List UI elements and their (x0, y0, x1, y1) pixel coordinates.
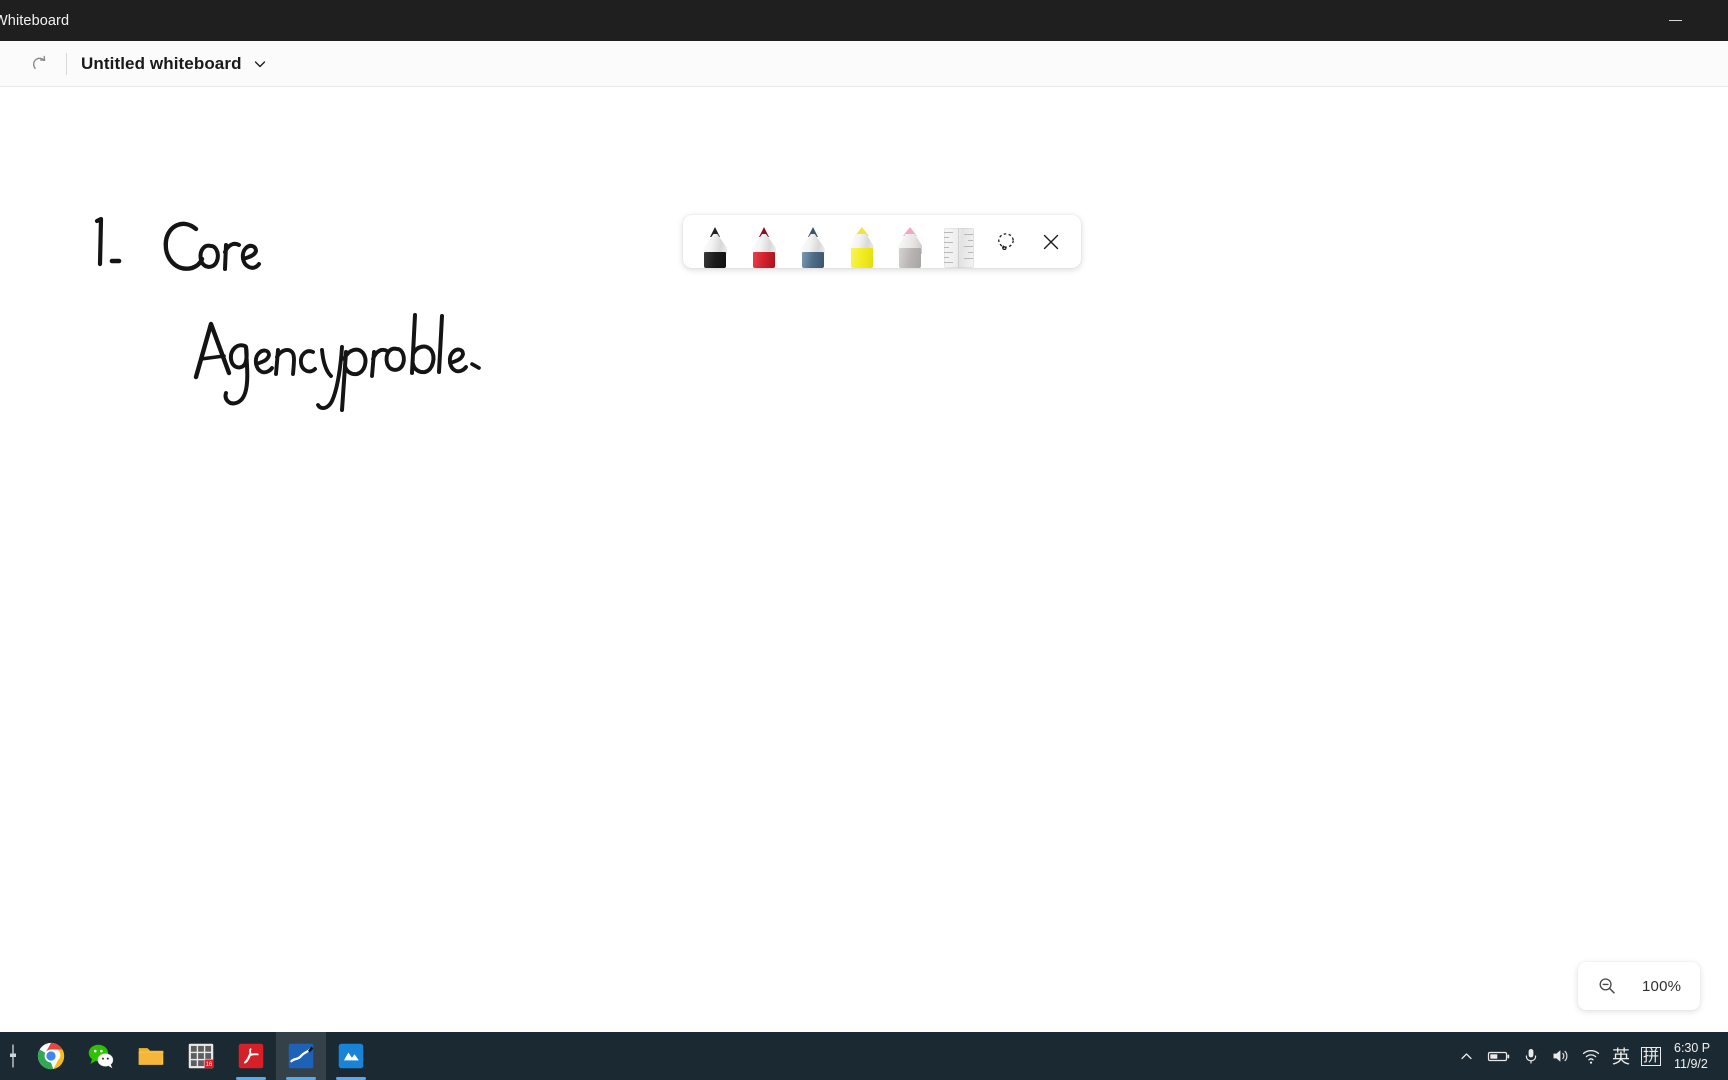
chevron-up-icon (1461, 1052, 1473, 1059)
task-view-icon (10, 1044, 16, 1068)
pen-black-button[interactable] (691, 215, 740, 268)
ruler-icon (943, 228, 974, 268)
taskbar-item-google-chrome[interactable] (26, 1032, 76, 1080)
taskbar-item-calendar-app[interactable]: 16 (176, 1032, 226, 1080)
clock-date: 11/9/2 (1674, 1057, 1708, 1071)
window-titlebar: Whiteboard (0, 0, 1728, 41)
wifi-icon (1582, 1049, 1600, 1064)
zoom-level-label: 100% (1642, 977, 1682, 995)
taskbar-item-wechat[interactable] (76, 1032, 126, 1080)
clock-time: 6:30 P (1674, 1041, 1711, 1055)
app-command-bar: Untitled whiteboard (0, 41, 1728, 87)
wechat-icon (88, 1044, 114, 1069)
pen-blue-icon (800, 227, 825, 268)
pen-blue-button[interactable] (788, 215, 837, 268)
network-button[interactable] (1576, 1032, 1606, 1080)
highlighter-yellow-icon (849, 227, 874, 268)
svg-text:16: 16 (205, 1061, 212, 1068)
ime-language-label: 英 (1611, 1047, 1630, 1067)
taskbar-item-blue-app[interactable] (326, 1032, 376, 1080)
pen-toolbar (683, 215, 1081, 268)
windows-taskbar: 16 英 拼 6:30 P 11/9/2 (0, 1032, 1728, 1080)
pen-red-icon (752, 227, 777, 268)
close-icon (1043, 234, 1058, 249)
microphone-button[interactable] (1516, 1032, 1546, 1080)
lasso-select-button[interactable] (983, 215, 1028, 268)
highlighter-yellow-button[interactable] (837, 215, 886, 268)
taskbar-item-file-explorer[interactable] (126, 1032, 176, 1080)
redo-icon (32, 55, 45, 70)
zoom-control: 100% (1578, 962, 1700, 1010)
whiteboard-canvas[interactable]: 100% (0, 88, 1728, 1032)
show-hidden-icons-button[interactable] (1452, 1032, 1482, 1080)
window-title: Whiteboard (0, 12, 70, 29)
highlighter-pink-icon (898, 227, 923, 268)
redo-button[interactable] (22, 47, 56, 81)
taskbar-item-adobe-acrobat[interactable] (226, 1032, 276, 1080)
folder-icon (138, 1048, 164, 1065)
page-title: Untitled whiteboard (81, 53, 242, 73)
toolbar-separator (66, 52, 67, 75)
lasso-select-icon (997, 232, 1014, 250)
volume-button[interactable] (1546, 1032, 1576, 1080)
taskbar-item-whiteboard[interactable] (276, 1032, 326, 1080)
ime-pinyin-button[interactable]: 拼 (1636, 1032, 1666, 1080)
pen-black-icon (703, 227, 728, 268)
whiteboard-icon (288, 1043, 314, 1069)
taskbar-apps: 16 (0, 1032, 376, 1080)
speaker-icon (1553, 1050, 1568, 1062)
minimize-button[interactable] (1652, 0, 1698, 41)
ime-pinyin-label: 拼 (1640, 1046, 1661, 1066)
adobe-acrobat-icon (238, 1043, 264, 1069)
ruler-button[interactable] (935, 215, 984, 268)
close-toolbar-button[interactable] (1028, 215, 1073, 268)
pen-red-button[interactable] (740, 215, 789, 268)
calendar-app-icon: 16 (188, 1043, 214, 1069)
chevron-down-icon[interactable] (253, 57, 267, 71)
zoom-out-icon (1599, 978, 1615, 994)
ime-language-button[interactable]: 英 (1606, 1032, 1636, 1080)
minimize-icon (1668, 19, 1682, 22)
taskbar-clock[interactable]: 6:30 P 11/9/2 (1666, 1040, 1728, 1072)
taskbar-item-taskview[interactable] (0, 1032, 26, 1080)
chrome-icon (37, 1042, 65, 1070)
microphone-icon (1525, 1049, 1537, 1064)
blue-app-icon (338, 1043, 364, 1069)
zoom-out-button[interactable] (1594, 973, 1620, 999)
highlighter-pink-button[interactable] (886, 215, 935, 268)
battery-icon (1487, 1051, 1510, 1062)
battery-button[interactable] (1482, 1032, 1516, 1080)
system-tray: 英 拼 6:30 P 11/9/2 (1452, 1032, 1728, 1080)
